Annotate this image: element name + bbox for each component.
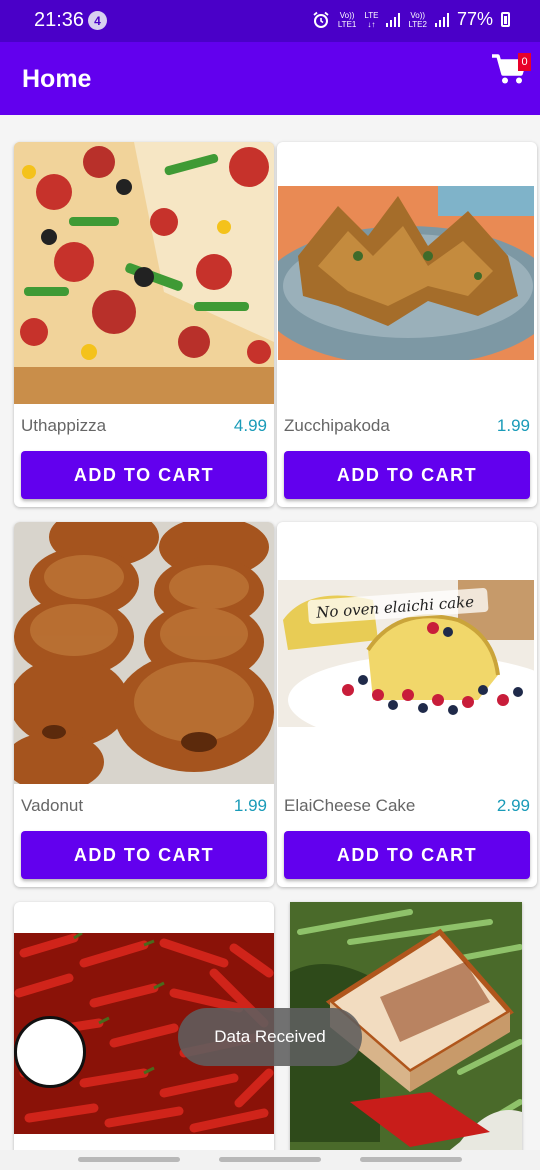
- sim2-label: Vo)) LTE2: [408, 10, 427, 29]
- status-time: 21:36: [34, 9, 85, 31]
- toast-message: Data Received: [178, 1008, 362, 1066]
- status-bar: 21:36 4 Vo)) LTE1 LTE ↓↑ Vo)) LTE2 77%: [0, 0, 540, 42]
- add-to-cart-button[interactable]: ADD TO CART: [284, 831, 530, 879]
- add-to-cart-button[interactable]: ADD TO CART: [21, 831, 267, 879]
- sim1-label: Vo)) LTE1: [337, 10, 357, 29]
- signal-icon: [434, 12, 449, 27]
- product-name: Uthappizza: [21, 416, 107, 435]
- battery-percent: 77%: [456, 9, 493, 29]
- add-to-cart-button[interactable]: ADD TO CART: [21, 451, 267, 499]
- nav-gesture-pill[interactable]: [219, 1157, 321, 1162]
- product-name: ElaiCheese Cake: [284, 796, 416, 815]
- signal-icon: [386, 12, 401, 27]
- floating-action-button[interactable]: [14, 1016, 86, 1088]
- nav-gesture-pill[interactable]: [360, 1157, 462, 1162]
- product-card: Zucchipakoda 1.99 ADD TO CART: [277, 142, 537, 507]
- product-card: Vadonut 1.99 ADD TO CART: [14, 522, 274, 887]
- product-price: 1.99: [233, 796, 267, 815]
- add-to-cart-button[interactable]: ADD TO CART: [284, 451, 530, 499]
- cart-count-badge: 0: [518, 53, 531, 71]
- product-price: 2.99: [496, 796, 530, 815]
- product-image-cheese-cake[interactable]: No oven elaichi cake: [278, 580, 534, 727]
- app-bar: Home: [0, 42, 540, 115]
- alarm-icon: [313, 11, 329, 28]
- product-price: 4.99: [233, 416, 267, 435]
- product-image-pakoda[interactable]: [278, 186, 534, 360]
- network-label: LTE ↓↑: [364, 10, 379, 29]
- navigation-bar: [0, 1150, 540, 1170]
- product-price: 1.99: [496, 416, 530, 435]
- product-name: Zucchipakoda: [284, 416, 390, 435]
- battery-icon: [501, 12, 510, 27]
- product-card: No oven elaichi cake ElaiCheese Cake 2.9…: [277, 522, 537, 887]
- nav-gesture-pill[interactable]: [78, 1157, 180, 1162]
- product-name: Vadonut: [21, 796, 84, 815]
- product-image-pizza[interactable]: [14, 142, 274, 404]
- notification-count-badge: 4: [88, 11, 107, 30]
- page-title: Home: [22, 65, 92, 93]
- product-image-donuts[interactable]: [14, 522, 274, 784]
- product-card: Uthappizza 4.99 ADD TO CART: [14, 142, 274, 507]
